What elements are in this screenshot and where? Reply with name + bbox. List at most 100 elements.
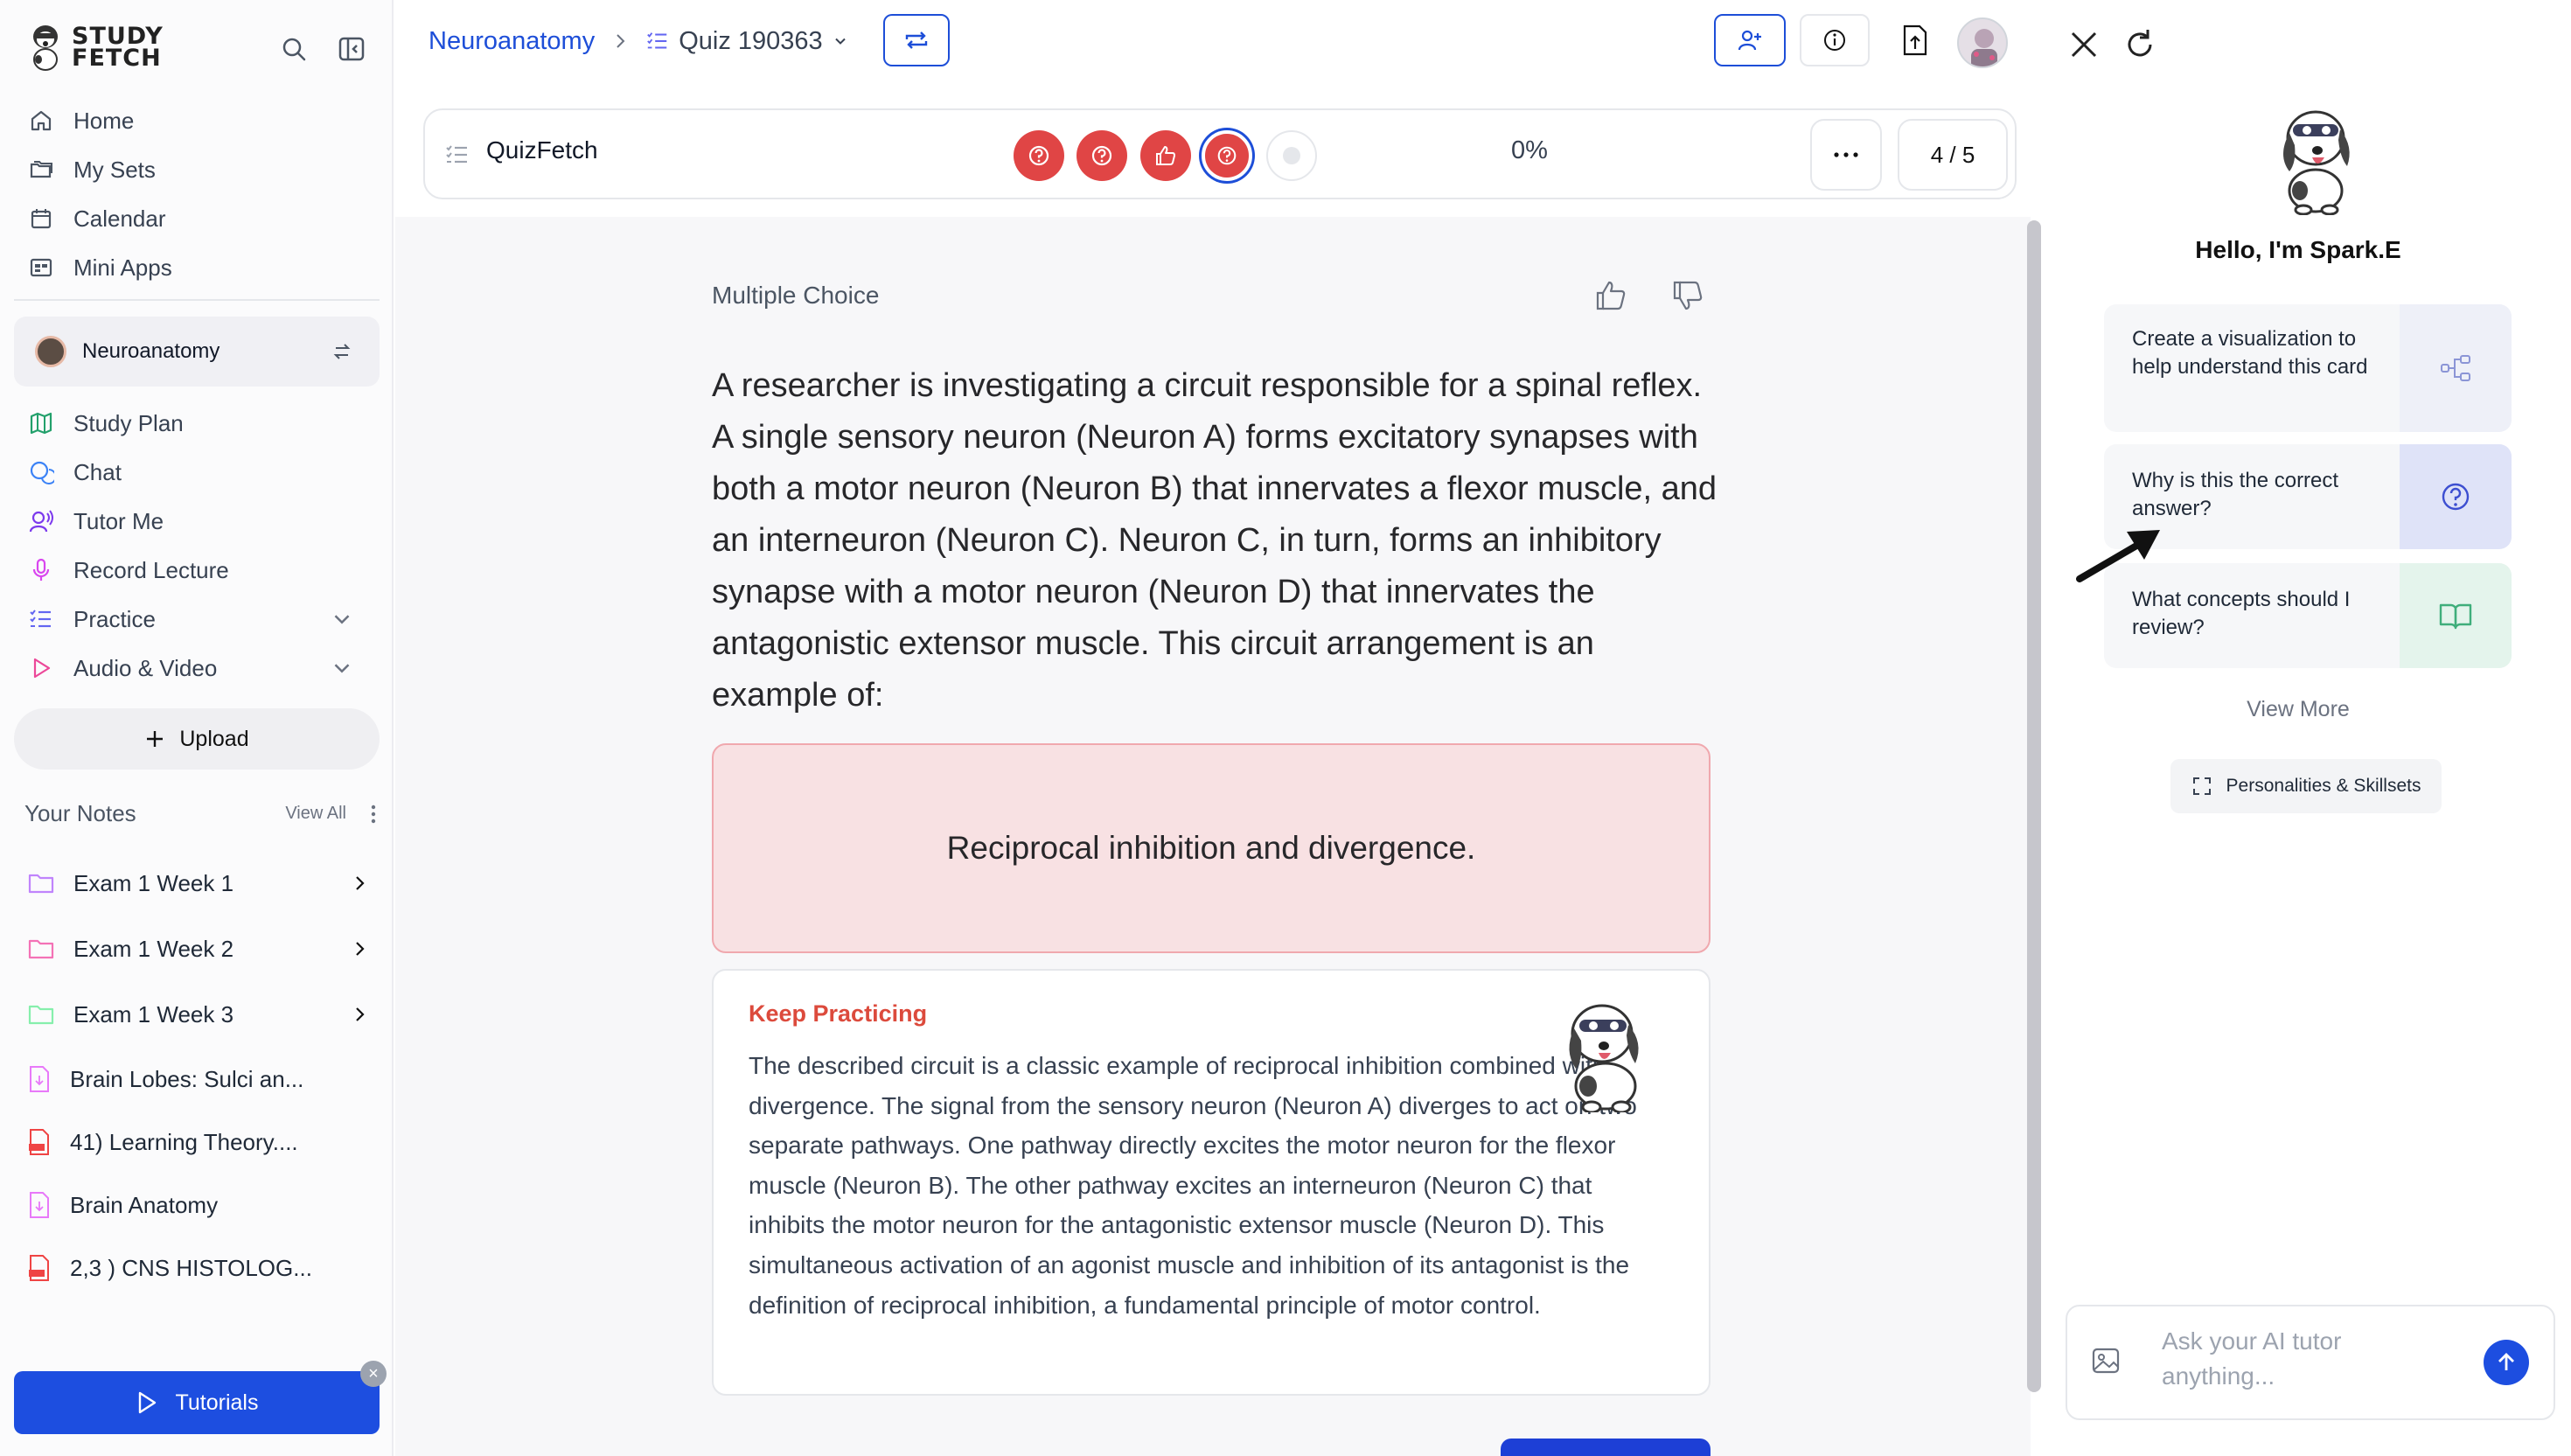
- calendar-icon: [31, 209, 52, 229]
- dog-logo-icon: [33, 25, 58, 71]
- thumbs-up-icon[interactable]: [1593, 278, 1628, 313]
- pointer-arrow-icon: [2076, 530, 2160, 582]
- question-2-incorrect[interactable]: [1076, 130, 1127, 181]
- note-item[interactable]: Brain Anatomy: [28, 1182, 369, 1228]
- current-set-name: Neuroanatomy: [82, 339, 220, 363]
- file-upload-icon: [1903, 24, 1927, 56]
- send-button[interactable]: [2484, 1340, 2529, 1385]
- ai-tutor-panel: Hello, I'm Spark.E Create a visualizatio…: [2045, 0, 2571, 1456]
- nav-label: Mini Apps: [73, 254, 172, 281]
- suggestion-icon-area: [2400, 563, 2512, 668]
- nav-label: Audio & Video: [73, 654, 218, 681]
- suggestion-visualize[interactable]: Create a visualization to help understan…: [2104, 304, 2512, 432]
- pdf-icon: [29, 1129, 49, 1155]
- search-icon[interactable]: [278, 33, 310, 65]
- switch-set-icon[interactable]: [331, 340, 353, 363]
- note-label: Brain Anatomy: [70, 1191, 219, 1218]
- set-avatar: [35, 336, 66, 367]
- chevron-down-icon[interactable]: [329, 606, 355, 632]
- personalities-button[interactable]: Personalities & Skillsets: [2170, 759, 2442, 813]
- question-1-incorrect[interactable]: [1014, 130, 1064, 181]
- quiz-score-percent: 0%: [1511, 136, 1548, 164]
- nav-chat[interactable]: Chat: [14, 449, 380, 495]
- chevron-down-icon[interactable]: [329, 655, 355, 681]
- note-label: Exam 1 Week 2: [73, 935, 234, 962]
- question-circle-icon: [1028, 145, 1049, 166]
- info-button[interactable]: [1800, 14, 1870, 66]
- more-options-button[interactable]: [1810, 119, 1882, 191]
- nav-practice[interactable]: Practice: [14, 596, 380, 642]
- logo[interactable]: STUDY FETCH: [26, 23, 164, 72]
- diagram-icon: [2441, 355, 2470, 381]
- suggestion-icon-area: [2400, 304, 2512, 432]
- note-label: Exam 1 Week 3: [73, 1000, 234, 1028]
- folders-icon: [30, 161, 52, 178]
- question-5-unanswered[interactable]: [1266, 130, 1317, 181]
- note-item[interactable]: Exam 1 Week 2: [28, 926, 369, 972]
- current-set-selector[interactable]: Neuroanatomy: [14, 317, 380, 387]
- refresh-quiz-button[interactable]: [883, 14, 950, 66]
- tutor-icon: [29, 510, 53, 533]
- nav-audio-video[interactable]: Audio & Video: [14, 645, 380, 691]
- chat-input[interactable]: [2162, 1324, 2450, 1403]
- expand-icon: [2192, 777, 2211, 795]
- quiz-name: Quiz 190363: [679, 26, 823, 55]
- note-item[interactable]: 2,3 ) CNS HISTOLOG...: [28, 1245, 369, 1291]
- practice-icon: [30, 610, 51, 628]
- main-scrollbar[interactable]: [2027, 220, 2041, 1392]
- nav-label: Home: [73, 107, 135, 134]
- notes-title: Your Notes: [24, 800, 136, 826]
- upload-label: Upload: [179, 726, 249, 751]
- feedback-title: Keep Practicing: [749, 1000, 928, 1027]
- breadcrumb-set-link[interactable]: Neuroanatomy: [428, 27, 595, 56]
- thumbs-down-icon[interactable]: [1670, 278, 1705, 313]
- suggestion-label: Why is this the correct answer?: [2132, 469, 2339, 520]
- tutorials-label: Tutorials: [175, 1390, 259, 1415]
- tutorials-button[interactable]: Tutorials: [14, 1371, 380, 1434]
- nav-calendar[interactable]: Calendar: [14, 196, 380, 241]
- nav-tutor-me[interactable]: Tutor Me: [14, 498, 380, 544]
- dog-mascot-icon: [1569, 1004, 1639, 1112]
- question-counter: 4 / 5: [1898, 119, 2008, 191]
- nav-study-plan[interactable]: Study Plan: [14, 401, 380, 446]
- note-label: Exam 1 Week 1: [73, 869, 234, 896]
- user-avatar[interactable]: [1957, 17, 2008, 68]
- upload-button[interactable]: Upload: [14, 708, 380, 770]
- note-label: Brain Lobes: Sulci an...: [70, 1065, 304, 1092]
- nav-mini-apps[interactable]: Mini Apps: [14, 245, 380, 290]
- question-3-correct[interactable]: [1140, 130, 1191, 181]
- view-more-link[interactable]: View More: [2045, 697, 2552, 722]
- nav-my-sets[interactable]: My Sets: [14, 147, 380, 192]
- note-item[interactable]: Exam 1 Week 3: [28, 992, 369, 1037]
- view-all-link[interactable]: View All: [285, 804, 346, 824]
- feedback-text: The described circuit is a classic examp…: [749, 1052, 1637, 1319]
- question-4-current[interactable]: [1202, 130, 1252, 181]
- next-button[interactable]: [1501, 1439, 1711, 1456]
- suggestion-label: What concepts should I review?: [2132, 588, 2351, 639]
- practice-icon: [647, 32, 667, 49]
- chevron-right-icon[interactable]: [350, 874, 369, 893]
- refresh-icon[interactable]: [2122, 26, 2158, 63]
- export-button[interactable]: [1889, 14, 1941, 66]
- question-circle-icon: [1217, 146, 1237, 165]
- close-tutorials-icon[interactable]: ×: [360, 1361, 387, 1387]
- folder-icon: [28, 874, 54, 894]
- note-item[interactable]: Brain Lobes: Sulci an...: [28, 1056, 369, 1102]
- selected-answer-option[interactable]: Reciprocal inhibition and divergence.: [712, 743, 1711, 953]
- document-icon: [30, 1066, 49, 1092]
- quiz-selector[interactable]: Quiz 190363: [645, 27, 848, 56]
- plus-icon: [147, 731, 164, 747]
- play-icon: [33, 658, 51, 679]
- close-icon[interactable]: [2066, 26, 2102, 63]
- nav-home[interactable]: Home: [14, 98, 380, 143]
- invite-user-button[interactable]: [1714, 14, 1786, 66]
- image-upload-icon[interactable]: [2090, 1345, 2122, 1376]
- nav-record-lecture[interactable]: Record Lecture: [14, 547, 380, 593]
- chevron-right-icon[interactable]: [350, 939, 369, 958]
- chevron-right-icon[interactable]: [350, 1005, 369, 1024]
- note-item[interactable]: 41) Learning Theory....: [28, 1119, 369, 1165]
- note-item[interactable]: Exam 1 Week 1: [28, 860, 369, 906]
- empty-dot-icon: [1283, 147, 1300, 164]
- collapse-sidebar-icon[interactable]: [336, 33, 367, 65]
- more-vertical-icon[interactable]: [369, 804, 378, 825]
